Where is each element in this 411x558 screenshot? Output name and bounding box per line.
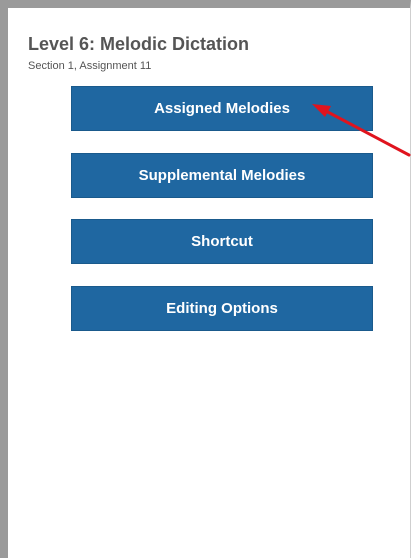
supplemental-melodies-button[interactable]: Supplemental Melodies [71,153,373,198]
page-subtitle: Section 1, Assignment 11 [28,60,152,72]
editing-options-button[interactable]: Editing Options [71,286,373,331]
page-title: Level 6: Melodic Dictation [28,34,250,54]
shortcut-button[interactable]: Shortcut [71,219,373,264]
assigned-melodies-button[interactable]: Assigned Melodies [71,86,373,131]
window-frame: Level 6: Melodic Dictation Section 1, As… [0,0,411,558]
assignment-panel: Level 6: Melodic Dictation Section 1, As… [16,16,410,558]
